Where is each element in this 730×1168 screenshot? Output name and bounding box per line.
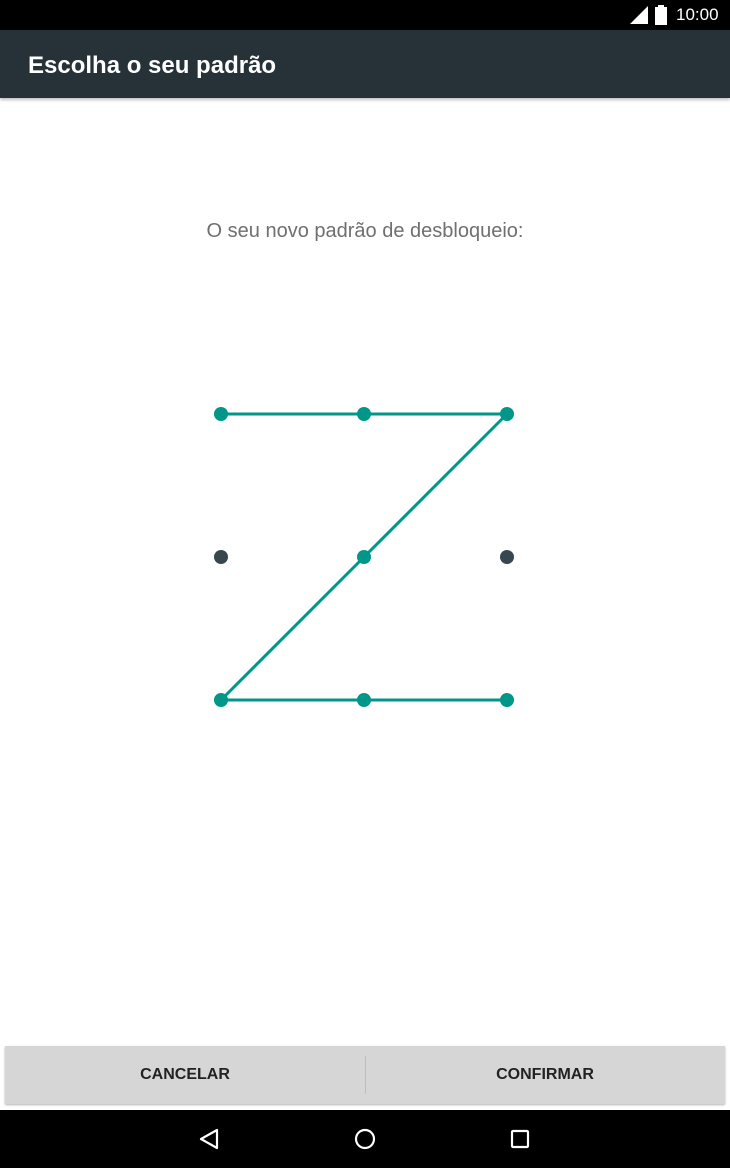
pattern-dot-7[interactable] — [214, 693, 228, 707]
pattern-dot-4[interactable] — [214, 550, 228, 564]
back-icon[interactable] — [197, 1126, 223, 1152]
status-bar: 10:00 — [0, 0, 730, 30]
home-icon[interactable] — [352, 1126, 378, 1152]
app-bar: Escolha o seu padrão — [0, 30, 730, 98]
button-bar: CANCELAR CONFIRMAR — [5, 1046, 725, 1104]
pattern-dot-6[interactable] — [500, 550, 514, 564]
pattern-dot-2[interactable] — [357, 407, 371, 421]
confirm-button[interactable]: CONFIRMAR — [365, 1046, 725, 1104]
pattern-dot-9[interactable] — [500, 693, 514, 707]
status-time: 10:00 — [676, 5, 719, 24]
battery-icon — [655, 5, 667, 25]
pattern-dot-5[interactable] — [357, 550, 371, 564]
recents-icon[interactable] — [507, 1126, 533, 1152]
signal-icon — [630, 6, 648, 24]
pattern-segment — [362, 412, 509, 559]
pattern-dot-8[interactable] — [357, 693, 371, 707]
cancel-button[interactable]: CANCELAR — [5, 1046, 365, 1104]
unlock-pattern — [214, 407, 514, 707]
pattern-dot-1[interactable] — [214, 407, 228, 421]
navigation-bar — [0, 1110, 730, 1168]
pattern-prompt: O seu novo padrão de desbloqueio: — [206, 220, 524, 242]
pattern-segment — [219, 555, 366, 702]
pattern-dot-3[interactable] — [500, 407, 514, 421]
page-title: Escolha o seu padrão — [28, 52, 277, 79]
